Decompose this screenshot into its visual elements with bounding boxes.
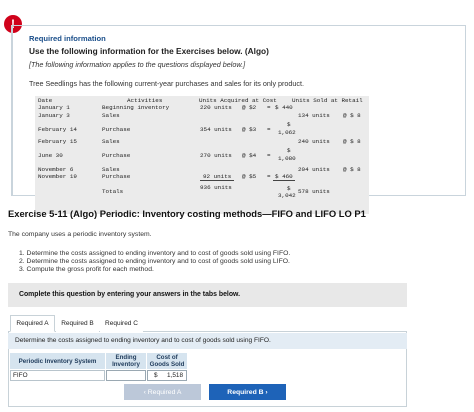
units-underline xyxy=(200,180,234,181)
row-retail: @ $ 8 xyxy=(343,166,361,173)
row-date: November 19 xyxy=(38,173,77,180)
company-text: The company uses a periodic inventory sy… xyxy=(8,231,152,238)
row-retail: @ $ 8 xyxy=(343,112,361,119)
header-sold: Units Sold at Retail xyxy=(292,97,363,104)
row-units: 354 units xyxy=(200,126,232,133)
exercise-title: Exercise 5-11 (Algo) Periodic: Inventory… xyxy=(8,208,366,219)
prompt-text: Determine the costs assigned to ending i… xyxy=(15,337,271,344)
header-acquired: Units Acquired at Cost xyxy=(199,97,277,104)
cost-underline xyxy=(273,180,295,181)
row-units: 936 units xyxy=(200,184,232,191)
row-units: 270 units xyxy=(200,152,232,159)
row-at-cost: @ $5 xyxy=(242,173,257,180)
row-equals: = xyxy=(267,126,271,133)
row-activity: Sales xyxy=(102,166,120,173)
task-item: 1. Determine the costs assigned to endin… xyxy=(19,250,291,257)
info-heading: Use the following information for the Ex… xyxy=(29,46,269,56)
inventory-data-table: Date Activities Units Acquired at Cost U… xyxy=(35,96,369,214)
tab-required-a[interactable]: Required A xyxy=(10,315,55,332)
row-cost: $ 440 xyxy=(275,104,293,111)
row-cost: 1,062 xyxy=(278,129,296,136)
row-cost: 1,080 xyxy=(278,155,296,162)
row-date: February 14 xyxy=(38,126,77,133)
row-cost-prefix: $ xyxy=(287,185,291,192)
next-required-b-button[interactable]: Required B › xyxy=(209,384,286,400)
task-item: 3. Compute the gross profit for each met… xyxy=(19,266,154,273)
tab-required-b[interactable]: Required B xyxy=(56,315,99,332)
row-cost: 3,042 xyxy=(278,192,296,199)
row-at-cost: @ $2 xyxy=(242,104,257,111)
intro-text: Tree Seedlings has the following current… xyxy=(29,79,304,88)
task-item: 2. Determine the costs assigned to endin… xyxy=(19,258,290,265)
cogs-prefix: $ xyxy=(154,372,158,379)
row-sold-units: 240 units xyxy=(298,138,330,145)
header-date: Date xyxy=(38,97,53,104)
header-activities: Activities xyxy=(127,97,163,104)
row-equals: = xyxy=(267,152,271,159)
row-activity: Purchase xyxy=(102,173,131,180)
ending-inventory-input[interactable] xyxy=(106,370,146,381)
row-activity: Sales xyxy=(102,138,120,145)
header-periodic-system: Periodic Inventory System xyxy=(10,353,105,369)
required-information-panel: Required information Use the following i… xyxy=(11,25,466,214)
row-at-cost: @ $3 xyxy=(242,126,257,133)
row-equals: = xyxy=(267,104,271,111)
instruction-bar: Complete this question by entering your … xyxy=(8,283,407,307)
row-activity: Beginning inventory xyxy=(102,104,170,111)
row-units: 92 units xyxy=(203,173,232,180)
row-retail: @ $ 8 xyxy=(343,138,361,145)
header-cogs: Cost of Goods Sold xyxy=(147,353,187,369)
instruction-text: Complete this question by entering your … xyxy=(19,291,241,298)
row-sold-units: 134 units xyxy=(298,112,330,119)
cogs-input[interactable]: $ 1,518 xyxy=(147,370,187,381)
row-cost: $ 460 xyxy=(275,173,293,180)
row-cost-prefix: $ xyxy=(287,121,291,128)
row-date: January 3 xyxy=(38,112,70,119)
row-date: February 15 xyxy=(38,138,77,145)
header-ending-inventory: Ending Inventory xyxy=(106,353,146,369)
row-equals: = xyxy=(267,173,271,180)
row-activity: Totals xyxy=(102,188,124,195)
tab-required-c[interactable]: Required C xyxy=(100,315,143,332)
row-date: January 1 xyxy=(38,104,70,111)
cogs-value: 1,518 xyxy=(167,372,183,379)
required-information-title: Required information xyxy=(29,34,106,43)
row-activity: Purchase xyxy=(102,152,131,159)
row-units: 220 units xyxy=(200,104,232,111)
fifo-label: FIFO xyxy=(10,370,105,381)
prompt-bar: Determine the costs assigned to ending i… xyxy=(8,333,407,349)
applies-note: [The following information applies to th… xyxy=(29,60,246,69)
row-at-cost: @ $4 xyxy=(242,152,257,159)
row-date: June 30 xyxy=(38,152,63,159)
prev-required-a-button[interactable]: ‹ Required A xyxy=(124,384,201,400)
row-activity: Sales xyxy=(102,112,120,119)
row-sold-units: 578 units xyxy=(298,188,330,195)
row-date: November 6 xyxy=(38,166,74,173)
row-sold-units: 204 units xyxy=(298,166,330,173)
row-cost-prefix: $ xyxy=(287,147,291,154)
row-activity: Purchase xyxy=(102,126,131,133)
